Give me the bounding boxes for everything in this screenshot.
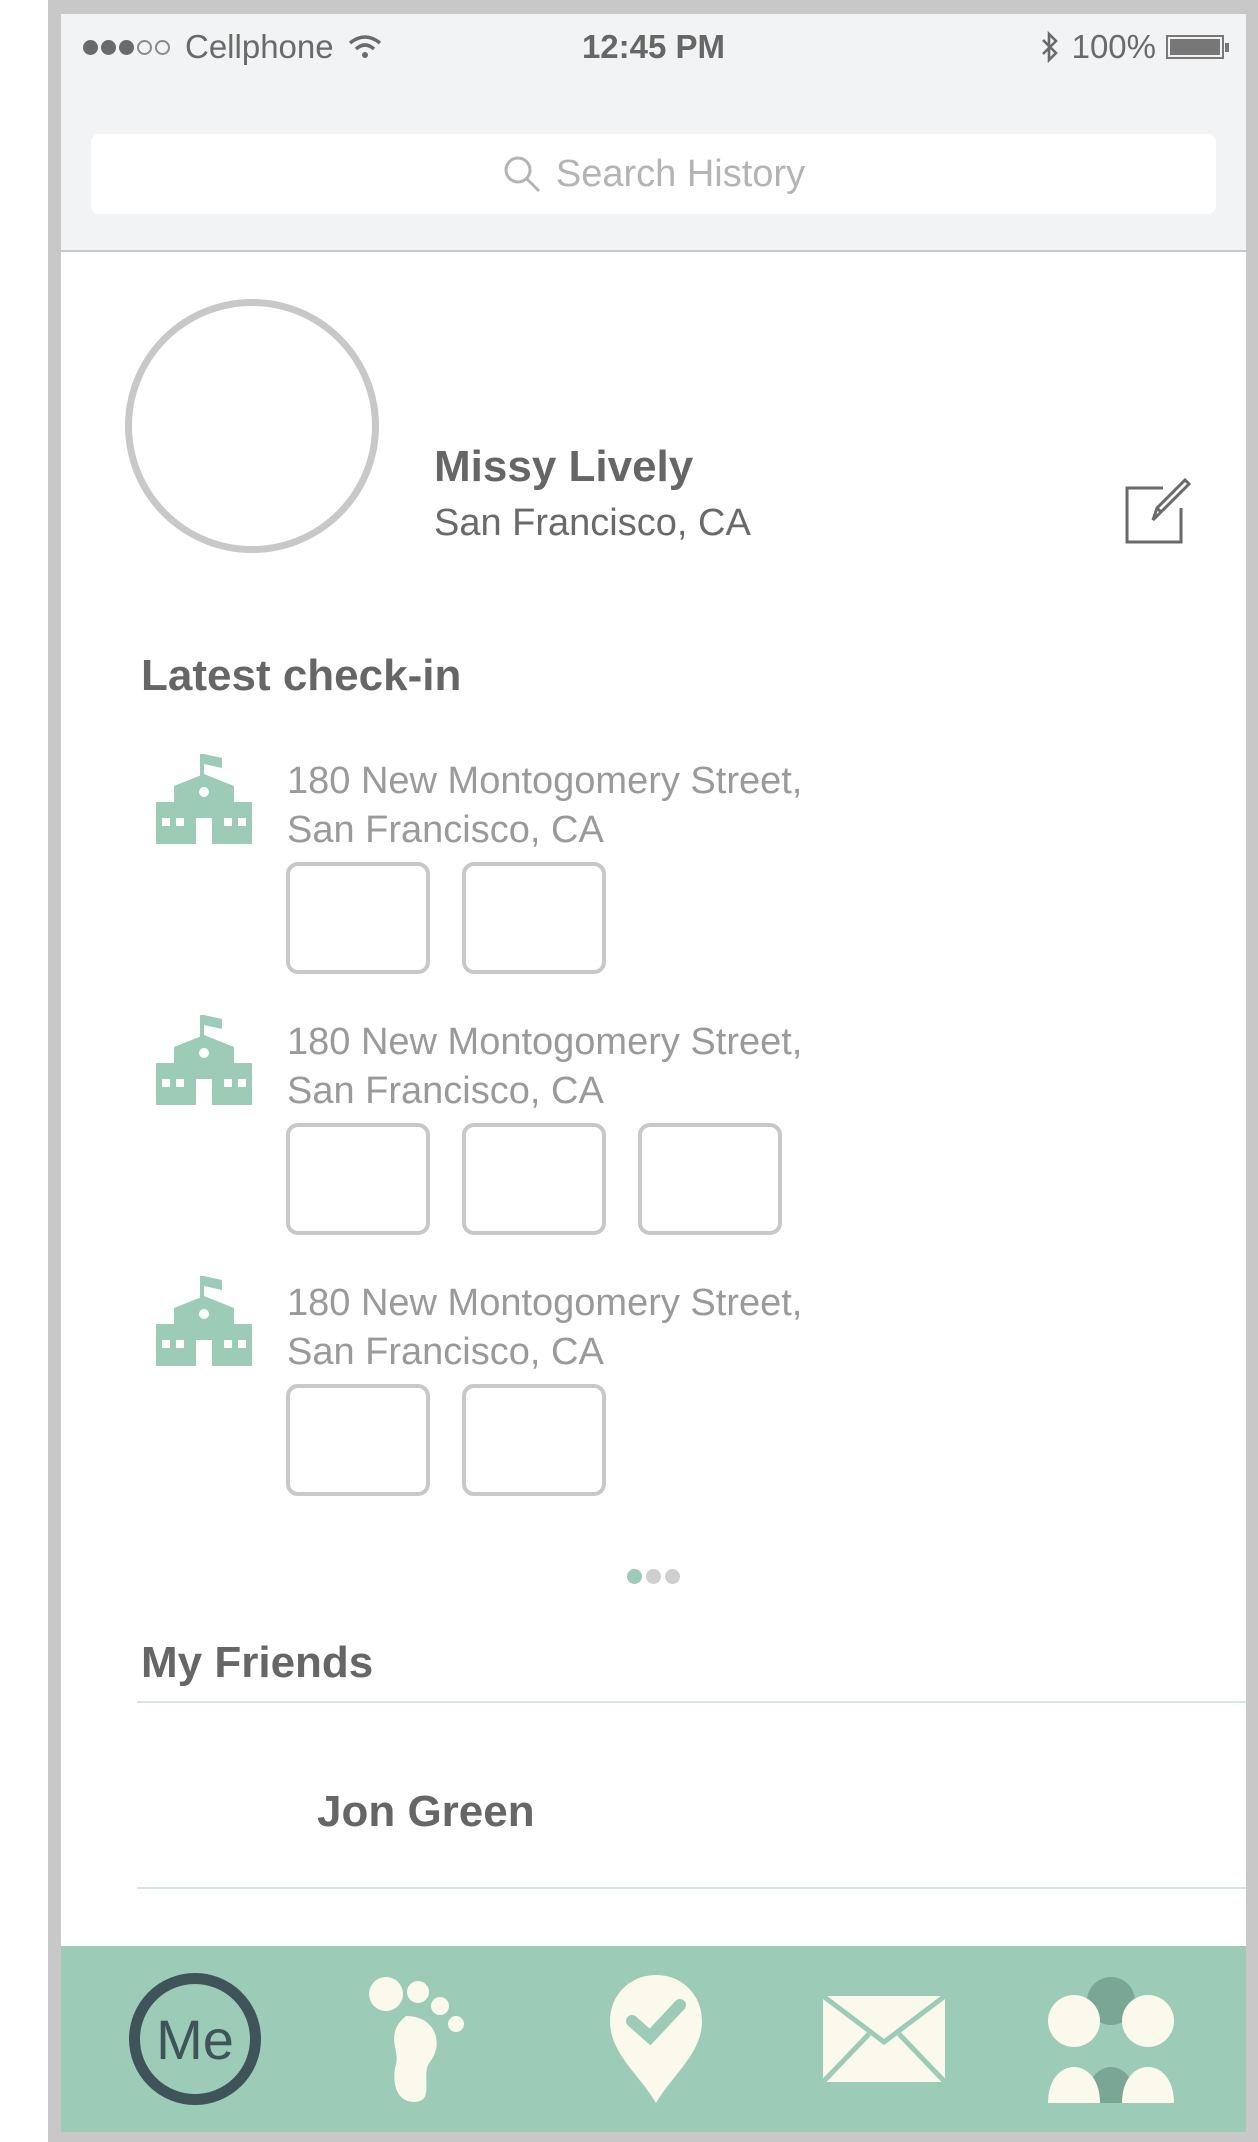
search-input[interactable]: Search History (91, 134, 1216, 214)
me-label: Me (156, 2007, 234, 2071)
checkin-address-line2: San Francisco, CA (287, 809, 604, 851)
edit-icon[interactable] (1123, 476, 1193, 546)
checkin-address-line2: San Francisco, CA (287, 1331, 604, 1373)
checkin-address: 180 New Montogomery Street, San Francisc… (287, 1279, 802, 1377)
checkin-address-line2: San Francisco, CA (287, 1070, 604, 1112)
tab-mail[interactable] (816, 1946, 951, 2132)
checkin-address-line1: 180 New Montogomery Street, (287, 1021, 803, 1063)
photo-thumbnail[interactable] (462, 1123, 606, 1235)
pager-dot[interactable] (665, 1569, 680, 1584)
photo-thumbnail[interactable] (462, 1384, 606, 1496)
pager-dot[interactable] (646, 1569, 661, 1584)
divider (137, 1887, 1246, 1889)
school-building-icon (156, 1276, 252, 1366)
school-building-icon (156, 1015, 252, 1105)
my-friends-title: My Friends (141, 1638, 374, 1687)
search-placeholder: Search History (555, 152, 806, 195)
photo-thumbnail[interactable] (286, 862, 430, 974)
left-margin (0, 0, 48, 2142)
battery-percent: 100% (1071, 28, 1156, 65)
latest-checkin-title: Latest check-in (141, 651, 462, 700)
photo-thumbnail[interactable] (286, 1123, 430, 1235)
profile-location: San Francisco, CA (434, 502, 751, 544)
checkin-address-line1: 180 New Montogomery Street, (287, 760, 803, 802)
phone-screen: Cellphone 12:45 PM 100% Search History M… (61, 14, 1246, 2132)
checkin-pager[interactable] (61, 1569, 1246, 1584)
tab-bar: Me (61, 1946, 1246, 2132)
checkin-photos (286, 1384, 638, 1496)
mail-icon (820, 1994, 947, 2084)
pager-dot-active[interactable] (627, 1569, 642, 1584)
search-area: Search History (61, 94, 1246, 252)
footprints-icon (369, 1977, 464, 2102)
checkin-address-line1: 180 New Montogomery Street, (287, 1282, 803, 1324)
checkin-pin-icon (610, 1975, 702, 2103)
status-right: 100% (1040, 28, 1229, 66)
tab-me[interactable]: Me (125, 1946, 265, 2132)
checkin-item[interactable]: 180 New Montogomery Street, San Francisc… (61, 752, 1246, 1002)
checkin-photos (286, 1123, 814, 1235)
tab-checkin[interactable] (596, 1946, 716, 2132)
checkin-address: 180 New Montogomery Street, San Francisc… (287, 1018, 802, 1116)
profile-name: Missy Lively (434, 442, 694, 491)
photo-thumbnail[interactable] (286, 1384, 430, 1496)
battery-icon (1166, 35, 1229, 59)
avatar[interactable] (125, 299, 379, 553)
photo-thumbnail[interactable] (638, 1123, 782, 1235)
people-icon (1048, 1977, 1174, 2103)
me-avatar-icon: Me (129, 1973, 261, 2105)
search-icon (504, 156, 540, 193)
checkin-photos (286, 862, 638, 974)
device-frame: Cellphone 12:45 PM 100% Search History M… (48, 0, 1258, 2142)
divider (137, 1701, 1246, 1703)
checkin-address: 180 New Montogomery Street, San Francisc… (287, 757, 802, 855)
bluetooth-icon (1041, 31, 1058, 63)
status-bar: Cellphone 12:45 PM 100% (61, 14, 1246, 94)
tab-footprints[interactable] (361, 1946, 481, 2132)
tab-friends[interactable] (1036, 1946, 1186, 2132)
photo-thumbnail[interactable] (462, 862, 606, 974)
checkin-item[interactable]: 180 New Montogomery Street, San Francisc… (61, 1013, 1246, 1263)
checkin-item[interactable]: 180 New Montogomery Street, San Francisc… (61, 1274, 1246, 1524)
school-building-icon (156, 754, 252, 844)
friend-name[interactable]: Jon Green (317, 1787, 535, 1837)
